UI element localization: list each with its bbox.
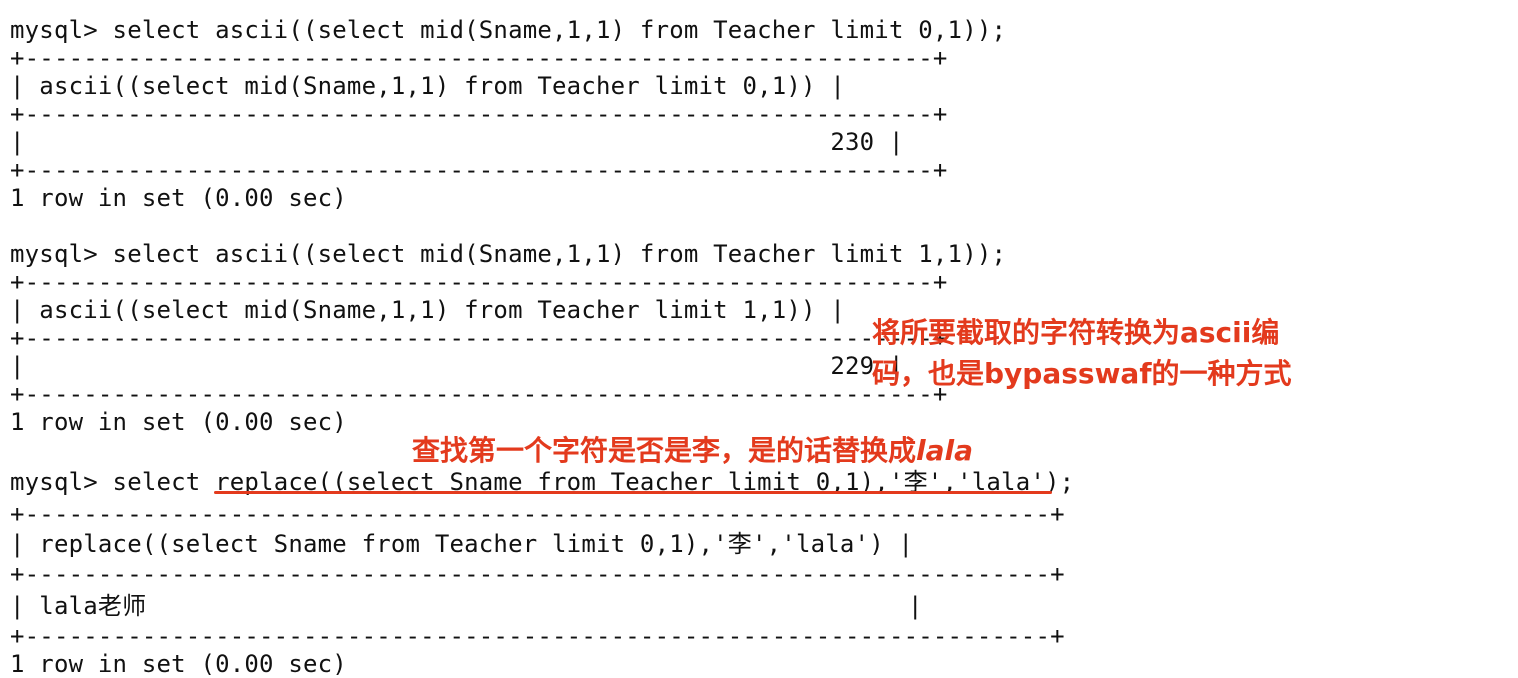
replace-annotation-italic: lala xyxy=(916,434,973,467)
replace-annotation: 查找第一个字符是否是李，是的话替换成lala xyxy=(412,431,973,471)
query3-prompt-start: mysql> select xyxy=(10,468,216,496)
query3-header: | replace((select Sname from Teacher lim… xyxy=(10,530,914,558)
query1-header: | ascii((select mid(Sname,1,1) from Teac… xyxy=(10,72,846,100)
ascii-annotation-line2: 码，也是bypasswaf的一种方式 xyxy=(872,357,1292,390)
query1-prompt: mysql> select ascii((select mid(Sname,1,… xyxy=(10,16,1007,44)
query3-prompt-end: ; xyxy=(1059,468,1075,496)
query2-prompt: mysql> select ascii((select mid(Sname,1,… xyxy=(10,240,1007,268)
query3-value: | lala老师 | xyxy=(10,592,923,620)
query3-border-mid: +---------------------------------------… xyxy=(10,560,1065,588)
query2-header: | ascii((select mid(Sname,1,1) from Teac… xyxy=(10,296,846,324)
query2-border-top: +---------------------------------------… xyxy=(10,268,948,296)
query3-border-top: +---------------------------------------… xyxy=(10,500,1065,528)
query2-value: | 229 | xyxy=(10,352,904,380)
replace-annotation-prefix: 查找第一个字符是否是李，是的话替换成 xyxy=(412,434,917,467)
query1-value: | 230 | xyxy=(10,128,904,156)
query2-border-mid: +---------------------------------------… xyxy=(10,324,948,352)
query1-border-top: +---------------------------------------… xyxy=(10,44,948,72)
ascii-annotation-line1: 将所要截取的字符转换为ascii编 xyxy=(872,316,1280,349)
query2-border-bottom: +---------------------------------------… xyxy=(10,380,948,408)
query1-footer: 1 row in set (0.00 sec) xyxy=(10,184,347,212)
query1-border-bottom: +---------------------------------------… xyxy=(10,156,948,184)
query2-footer: 1 row in set (0.00 sec) xyxy=(10,408,347,436)
highlight-underline xyxy=(214,491,1052,494)
query3-footer: 1 row in set (0.00 sec) xyxy=(10,650,347,678)
query3-border-bottom: +---------------------------------------… xyxy=(10,622,1065,650)
query1-border-mid: +---------------------------------------… xyxy=(10,100,948,128)
